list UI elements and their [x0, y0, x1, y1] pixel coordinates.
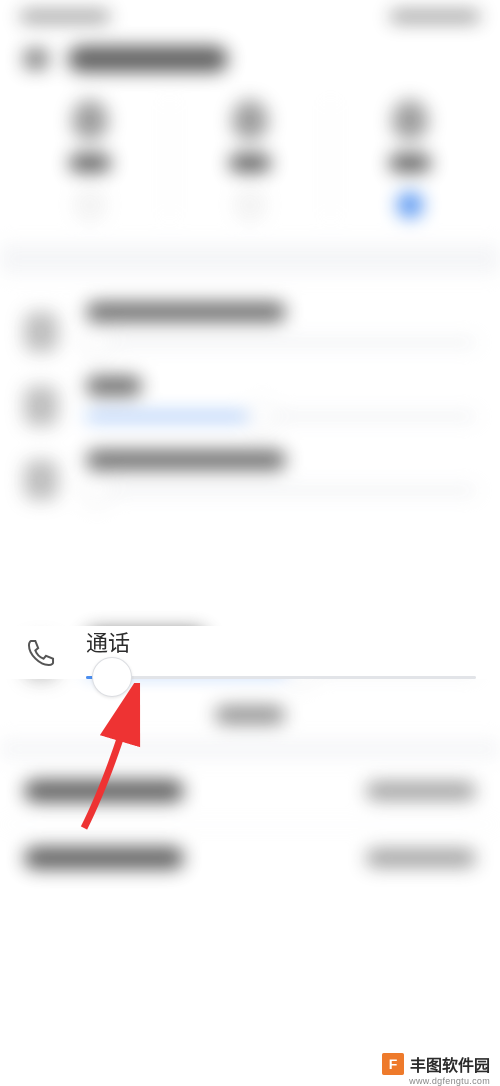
row-haptics[interactable] [0, 824, 500, 891]
tab-dnd[interactable] [331, 100, 490, 218]
slider-call-track[interactable] [86, 676, 476, 679]
bell-icon [24, 312, 58, 352]
tab-ring[interactable] [10, 100, 170, 218]
watermark-url: www.dgfengtu.com [409, 1076, 490, 1086]
more-toggle[interactable] [0, 690, 500, 740]
tab-silent[interactable] [170, 100, 330, 218]
watermark-text: 丰图软件园 [410, 1052, 490, 1076]
media-icon [24, 386, 58, 426]
slider-call-thumb[interactable] [92, 657, 132, 697]
slider-call[interactable]: 通话 [0, 626, 500, 679]
status-bar [0, 0, 500, 32]
slider-media[interactable] [24, 376, 476, 426]
page-title [68, 46, 228, 72]
watermark-logo: F [382, 1053, 404, 1075]
slider-ring[interactable] [24, 302, 476, 352]
watermark: F 丰图软件园 [382, 1052, 490, 1076]
slider-alarm[interactable] [24, 450, 476, 500]
row-default-ringtone[interactable] [0, 758, 500, 824]
phone-icon [24, 636, 58, 670]
alarm-icon [24, 460, 58, 500]
slider-call-label: 通话 [86, 626, 476, 658]
back-button[interactable] [24, 49, 48, 69]
mode-tabs [0, 100, 500, 244]
